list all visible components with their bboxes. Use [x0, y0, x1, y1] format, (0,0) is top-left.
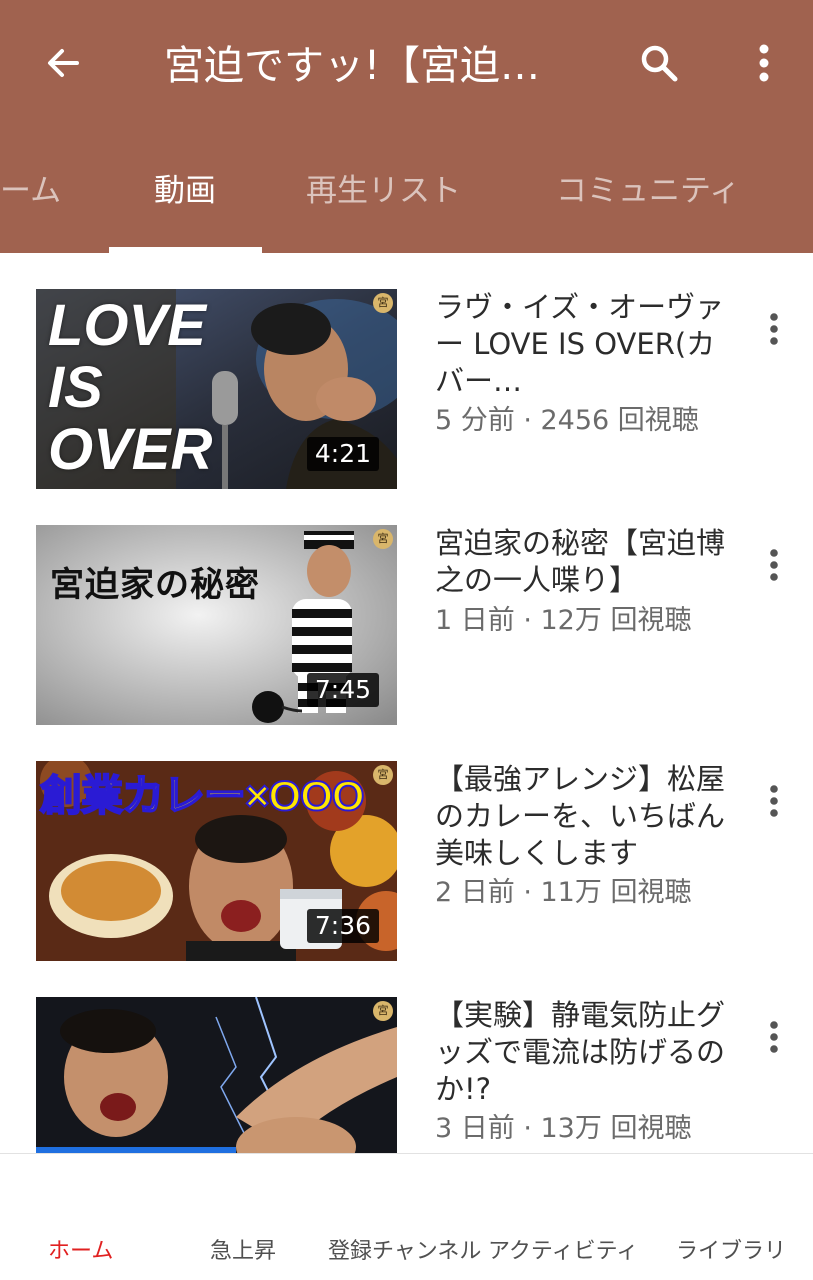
- tab-community[interactable]: コミュニティ: [556, 166, 740, 216]
- video-menu-button[interactable]: [754, 1011, 794, 1067]
- channel-watermark: 宮: [373, 765, 393, 785]
- video-menu-button[interactable]: [754, 303, 794, 359]
- channel-header: 宮迫ですッ!【宮迫… ーム 動画 再生リスト コミュニティ: [0, 0, 813, 253]
- channel-title: 宮迫ですッ!【宮迫…: [164, 43, 541, 89]
- video-meta: 3 日前 · 13万 回視聴: [435, 1113, 692, 1144]
- video-title[interactable]: 【実験】静電気防止グッズで電流は防げるのか!?: [435, 997, 725, 1108]
- nav-subscriptions[interactable]: 登録チャンネル: [328, 1234, 481, 1270]
- nav-home[interactable]: ホーム: [48, 1234, 113, 1270]
- app-root: 宮迫ですッ!【宮迫… ーム 動画 再生リスト コミュニティ LOVE IS OV…: [0, 0, 813, 1280]
- video-item: LOVE IS OVER 宮 4:21 ラヴ・イズ・オーヴァー LOVE IS …: [0, 289, 813, 489]
- video-meta: 2 日前 · 11万 回視聴: [435, 877, 692, 908]
- more-vertical-icon: [769, 548, 779, 586]
- video-meta: 5 分前 · 2456 回視聴: [435, 405, 699, 436]
- channel-watermark: 宮: [373, 529, 393, 549]
- back-button[interactable]: [34, 36, 92, 94]
- video-meta: 1 日前 · 12万 回視聴: [435, 605, 692, 636]
- more-vertical-icon: [769, 784, 779, 822]
- video-list[interactable]: LOVE IS OVER 宮 4:21 ラヴ・イズ・オーヴァー LOVE IS …: [0, 253, 813, 1153]
- video-menu-button[interactable]: [754, 539, 794, 595]
- video-thumbnail[interactable]: 宮迫家の秘密 宮 7:45: [36, 525, 397, 725]
- more-vertical-icon: [769, 312, 779, 350]
- video-title[interactable]: 【最強アレンジ】松屋のカレーを、いちばん美味しくします: [435, 761, 725, 872]
- tab-videos[interactable]: 動画: [154, 166, 216, 216]
- nav-library[interactable]: ライブラリ: [676, 1234, 786, 1270]
- tab-playlists[interactable]: 再生リスト: [306, 166, 461, 216]
- top-app-bar: 宮迫ですッ!【宮迫…: [0, 0, 813, 130]
- arrow-left-icon: [43, 43, 83, 87]
- video-menu-button[interactable]: [754, 775, 794, 831]
- video-duration: 4:21: [306, 437, 379, 471]
- search-icon: [638, 42, 680, 88]
- channel-tabs: ーム 動画 再生リスト コミュニティ: [0, 140, 813, 253]
- thumbnail-text: 宮迫家の秘密: [50, 565, 260, 605]
- more-vertical-icon: [769, 1020, 779, 1058]
- search-button[interactable]: [630, 36, 688, 94]
- channel-watermark: 宮: [373, 1001, 393, 1021]
- thumbnail-text: 創業カレー×OOO: [39, 771, 366, 820]
- tab-home[interactable]: ーム: [0, 166, 61, 216]
- more-vertical-icon: [758, 43, 770, 87]
- video-item: 宮迫家の秘密 宮 7:45 宮迫家の秘密【宮迫博之の一人喋り】 1 日前 · 1…: [0, 525, 813, 725]
- video-thumbnail[interactable]: LOVE IS OVER 宮 4:21: [36, 289, 397, 489]
- video-title[interactable]: 宮迫家の秘密【宮迫博之の一人喋り】: [435, 525, 725, 599]
- more-options-button[interactable]: [742, 36, 786, 94]
- thumbnail-text: OVER: [48, 417, 213, 482]
- bottom-navigation: ホーム 急上昇 登録チャンネル アクティビティ ライブラリ: [0, 1153, 813, 1280]
- nav-activity[interactable]: アクティビティ: [488, 1234, 638, 1270]
- video-thumbnail[interactable]: 宮: [36, 997, 397, 1153]
- video-duration: 7:36: [306, 909, 379, 943]
- thumbnail-text: IS: [48, 355, 103, 420]
- video-item: 創業カレー×OOO 宮 7:36 【最強アレンジ】松屋のカレーを、いちばん美味し…: [0, 761, 813, 961]
- video-item: 宮 【実験】静電気防止グッズで電流は防げるのか!? 3 日前 · 13万 回視聴: [0, 997, 813, 1153]
- video-thumbnail[interactable]: 創業カレー×OOO 宮 7:36: [36, 761, 397, 961]
- thumbnail-text: LOVE: [48, 293, 206, 358]
- channel-watermark: 宮: [373, 293, 393, 313]
- nav-trending[interactable]: 急上昇: [210, 1234, 276, 1270]
- video-title[interactable]: ラヴ・イズ・オーヴァー LOVE IS OVER(カバー…: [435, 289, 725, 400]
- video-duration: 7:45: [306, 673, 379, 707]
